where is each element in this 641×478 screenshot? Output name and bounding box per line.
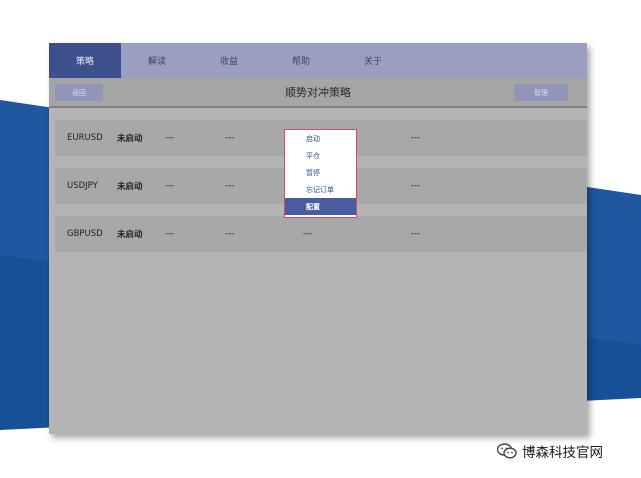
value-cell: --- (225, 133, 235, 143)
value-cell: --- (165, 181, 175, 191)
watermark-text: 博森科技官网 (522, 445, 603, 461)
value-cell: --- (165, 133, 175, 143)
status-cell: 未启动 (117, 182, 143, 192)
watermark: 博森科技官网 (497, 439, 603, 463)
symbol-cell: EURUSD (67, 133, 103, 143)
value-cell: --- (411, 133, 421, 143)
menu-item-config[interactable]: 配置 (285, 198, 356, 215)
tab-help[interactable]: 帮助 (265, 43, 337, 78)
tab-bar: 策略 解读 收益 帮助 关于 (49, 43, 587, 78)
status-cell: 未启动 (117, 134, 143, 144)
value-cell: --- (165, 229, 175, 239)
wechat-icon (497, 443, 517, 459)
tab-strategy[interactable]: 策略 (49, 43, 121, 78)
symbol-cell: GBPUSD (67, 229, 103, 239)
value-cell: --- (225, 229, 235, 239)
tab-earnings[interactable]: 收益 (193, 43, 265, 78)
status-cell: 未启动 (117, 230, 143, 240)
value-cell: --- (411, 229, 421, 239)
menu-item-pause[interactable]: 暂停 (285, 164, 356, 181)
manage-button[interactable]: 管理 (514, 84, 568, 101)
value-cell: --- (411, 181, 421, 191)
value-cell: --- (303, 229, 313, 239)
tab-interpretation[interactable]: 解读 (121, 43, 193, 78)
value-cell: --- (225, 181, 235, 191)
table-row[interactable]: GBPUSD 未启动 --- --- --- --- (55, 216, 587, 252)
symbol-cell: USDJPY (67, 181, 98, 191)
menu-item-start[interactable]: 启动 (285, 130, 356, 147)
page-title: 顺势对冲策略 (285, 86, 351, 99)
menu-item-close-position[interactable]: 平仓 (285, 147, 356, 164)
context-menu: 启动 平仓 暂停 忘记订单 配置 (284, 129, 357, 218)
tab-about[interactable]: 关于 (337, 43, 409, 78)
toolbar: 顺势对冲策略 返回 管理 (49, 78, 587, 108)
back-button[interactable]: 返回 (55, 84, 103, 101)
menu-item-forget-orders[interactable]: 忘记订单 (285, 181, 356, 198)
app-window: 策略 解读 收益 帮助 关于 顺势对冲策略 返回 管理 EURUSD 未启动 -… (49, 43, 587, 434)
